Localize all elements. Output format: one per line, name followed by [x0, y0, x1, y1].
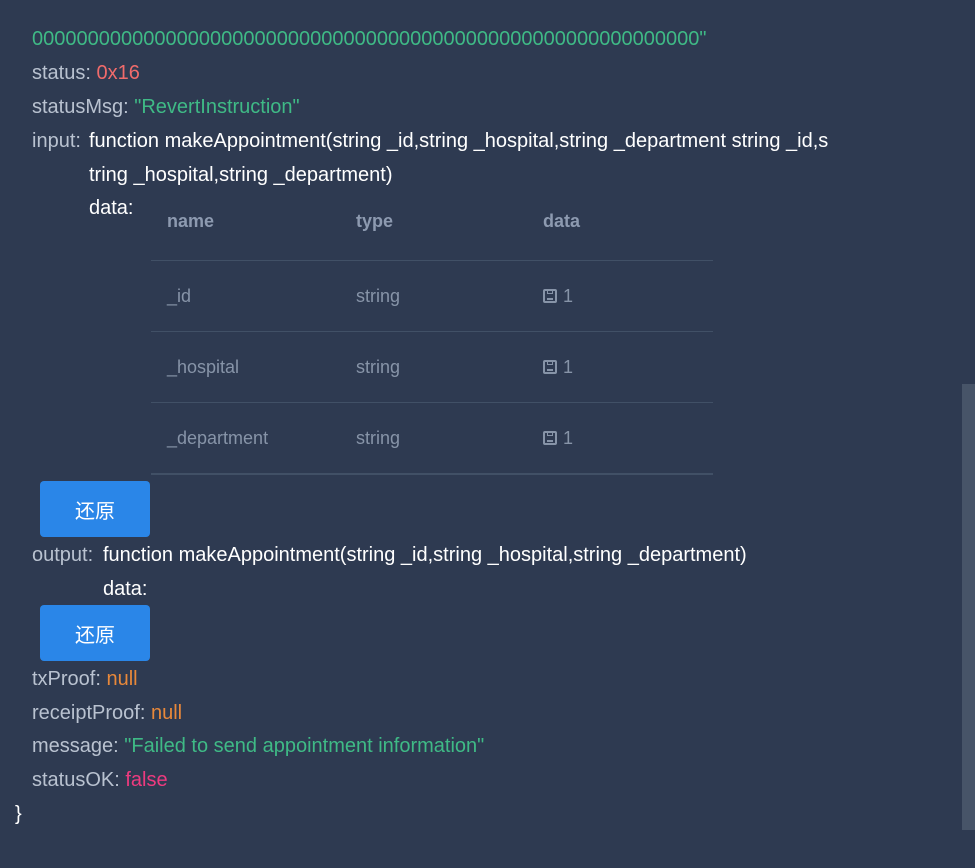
input-function-line2: tring _hospital,string _department)	[89, 164, 393, 186]
table-row: _hospital string 1	[151, 332, 713, 403]
scrollbar-thumb[interactable]	[962, 28, 975, 384]
input-key: input:	[32, 130, 81, 152]
message-value: "Failed to send appointment information"	[124, 735, 485, 757]
status-value: 0x16	[96, 62, 140, 84]
header-name: name	[167, 211, 215, 231]
row-type: string	[356, 357, 401, 377]
output-key: output:	[32, 544, 94, 566]
table-header: name type data	[151, 190, 713, 261]
header-type: type	[356, 211, 394, 231]
save-icon	[543, 431, 557, 445]
output-function-line: function makeAppointment(string _id,stri…	[103, 544, 747, 566]
receipt-proof-row: receiptProof: null	[32, 701, 182, 725]
save-icon	[543, 289, 557, 303]
closing-brace: }	[15, 803, 22, 825]
status-ok-value: false	[125, 769, 168, 791]
row-data: 1	[543, 403, 573, 473]
message-row: message: "Failed to send appointment inf…	[32, 734, 484, 758]
input-data-label: data:	[89, 197, 134, 219]
row-data: 1	[543, 332, 573, 402]
row-data: 1	[543, 261, 573, 331]
row-name: _department	[167, 428, 269, 448]
hash-tail-value: 0000000000000000000000000000000000000000…	[32, 28, 707, 50]
input-function-line1: function makeAppointment(string _id,stri…	[89, 130, 829, 152]
row-type: string	[356, 286, 401, 306]
receipt-proof-key: receiptProof:	[32, 702, 146, 724]
tx-proof-row: txProof: null	[32, 667, 138, 691]
tx-proof-value: null	[106, 668, 138, 690]
output-data-label: data:	[103, 578, 148, 600]
status-msg-key: statusMsg:	[32, 96, 129, 118]
status-ok-key: statusOK:	[32, 769, 120, 791]
status-key: status:	[32, 62, 91, 84]
status-row: status: 0x16	[32, 61, 140, 85]
output-restore-button[interactable]: 还原	[40, 605, 150, 661]
row-name: _hospital	[167, 357, 240, 377]
input-params-table: name type data _id string 1 _hospital st…	[151, 190, 713, 475]
header-data: data	[543, 211, 581, 231]
row-name: _id	[167, 286, 192, 306]
receipt-proof-value: null	[150, 702, 183, 724]
json-viewer: 0000000000000000000000000000000000000000…	[0, 0, 975, 868]
input-restore-button[interactable]: 还原	[40, 481, 150, 537]
save-icon	[543, 360, 557, 374]
tx-proof-key: txProof:	[32, 668, 101, 690]
status-msg-value: "RevertInstruction"	[134, 96, 300, 118]
row-type: string	[356, 428, 401, 448]
message-key: message:	[32, 735, 119, 757]
table-row: _id string 1	[151, 261, 713, 332]
status-msg-row: statusMsg: "RevertInstruction"	[32, 95, 300, 119]
table-row: _department string 1	[151, 403, 713, 475]
status-ok-row: statusOK: false	[32, 768, 168, 792]
